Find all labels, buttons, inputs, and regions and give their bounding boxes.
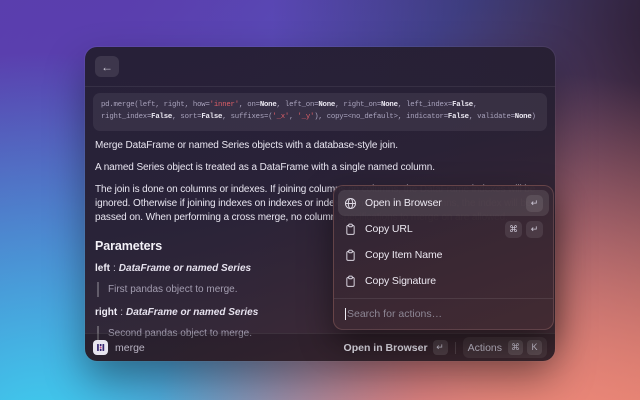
search-placeholder: Search for actions…	[347, 308, 442, 320]
menu-item-copy-item-name[interactable]: Copy Item Name	[338, 242, 549, 268]
globe-icon	[344, 197, 357, 210]
doc-paragraph-1: Merge DataFrame or named Series objects …	[95, 139, 545, 153]
k-key-badge: K	[527, 340, 542, 355]
menu-item-copy-url[interactable]: Copy URL ⌘ ↵	[338, 216, 549, 242]
return-key-badge: ↵	[526, 221, 543, 238]
return-key-badge: ↵	[526, 195, 543, 212]
back-arrow-icon: ←	[101, 60, 113, 74]
clipboard-icon	[344, 223, 357, 236]
back-button[interactable]: ←	[95, 56, 119, 77]
result-label: merge	[115, 342, 145, 354]
actions-menu-list: Open in Browser ↵ Copy URL ⌘ ↵	[334, 186, 553, 298]
window-footer: merge Open in Browser ↵ Actions ⌘ K	[85, 333, 555, 361]
doc-paragraph-2: A named Series object is treated as a Da…	[95, 161, 545, 175]
menu-item-copy-signature[interactable]: Copy Signature	[338, 268, 549, 294]
param-type: DataFrame or named Series	[126, 307, 258, 318]
clipboard-icon	[344, 275, 357, 288]
param-type: DataFrame or named Series	[119, 263, 251, 274]
code-signature-block: pd.merge(left, right, how='inner', on=No…	[93, 93, 547, 131]
footer-divider	[455, 342, 456, 354]
pandas-app-icon	[93, 340, 108, 355]
param-name: left	[95, 263, 110, 274]
desktop-background: ← pd.merge(left, right, how='inner', on=…	[0, 0, 640, 400]
cmd-key-badge: ⌘	[505, 221, 522, 238]
param-name: right	[95, 307, 117, 318]
window-header: ←	[85, 47, 555, 87]
text-caret	[345, 308, 346, 320]
actions-menu: Open in Browser ↵ Copy URL ⌘ ↵	[333, 185, 554, 330]
param-separator: :	[120, 307, 123, 318]
param-separator: :	[113, 263, 116, 274]
actions-search-input[interactable]: Search for actions…	[334, 299, 553, 329]
clipboard-icon	[344, 249, 357, 262]
return-key-badge: ↵	[433, 340, 448, 355]
menu-item-open-in-browser[interactable]: Open in Browser ↵	[338, 190, 549, 216]
cmd-key-badge: ⌘	[508, 340, 523, 355]
open-in-browser-action[interactable]: Open in Browser ↵	[344, 340, 448, 355]
actions-button[interactable]: Actions ⌘ K	[463, 337, 547, 358]
